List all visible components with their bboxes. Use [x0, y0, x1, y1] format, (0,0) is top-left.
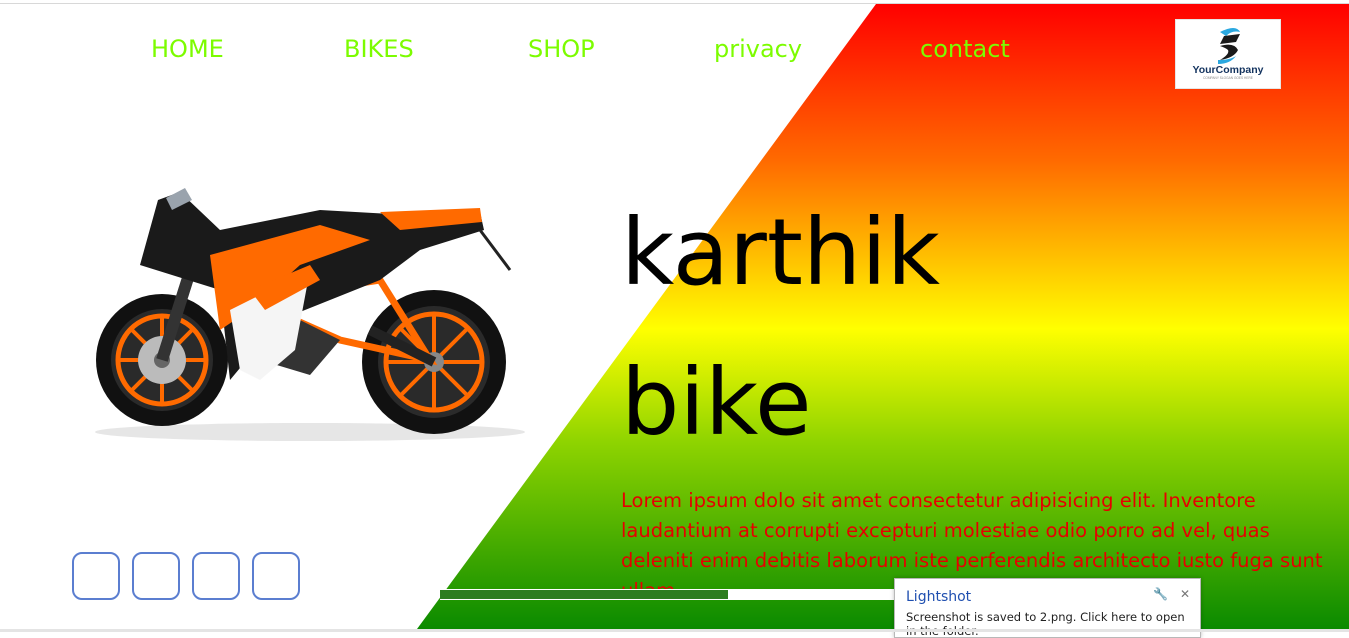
- close-icon[interactable]: ✕: [1180, 587, 1190, 601]
- wrench-icon[interactable]: 🔧: [1153, 587, 1168, 601]
- logo-tagline: COMPANY SLOGAN GOES HERE: [1203, 76, 1253, 80]
- hero-title-line1: karthik: [621, 199, 941, 306]
- slider-button-2[interactable]: [132, 552, 180, 600]
- slider-button-1[interactable]: [72, 552, 120, 600]
- nav-shop[interactable]: SHOP: [528, 34, 595, 64]
- nav-privacy[interactable]: privacy: [714, 34, 802, 64]
- progress-bar: [440, 589, 896, 600]
- nav-contact[interactable]: contact: [920, 34, 1010, 64]
- notification-message[interactable]: Screenshot is saved to 2.png. Click here…: [906, 610, 1196, 638]
- top-nav: HOME BIKES SHOP privacy contact: [0, 0, 1349, 100]
- logo-text: YourCompany: [1193, 64, 1264, 76]
- hero-title-line2: bike: [621, 349, 812, 456]
- slider-button-4[interactable]: [252, 552, 300, 600]
- progress-bar-fill: [728, 590, 896, 599]
- company-logo[interactable]: YourCompany COMPANY SLOGAN GOES HERE: [1175, 19, 1281, 89]
- slider-button-3[interactable]: [192, 552, 240, 600]
- logo-graphic: YourCompany COMPANY SLOGAN GOES HERE: [1193, 28, 1264, 80]
- nav-home[interactable]: HOME: [151, 34, 224, 64]
- motorcycle-image: [95, 188, 525, 441]
- nav-bikes[interactable]: BIKES: [344, 34, 414, 64]
- notification-tools: 🔧 ✕: [1145, 587, 1190, 601]
- hero-title: karthik bike: [621, 178, 940, 478]
- notification-title: Lightshot: [906, 589, 972, 605]
